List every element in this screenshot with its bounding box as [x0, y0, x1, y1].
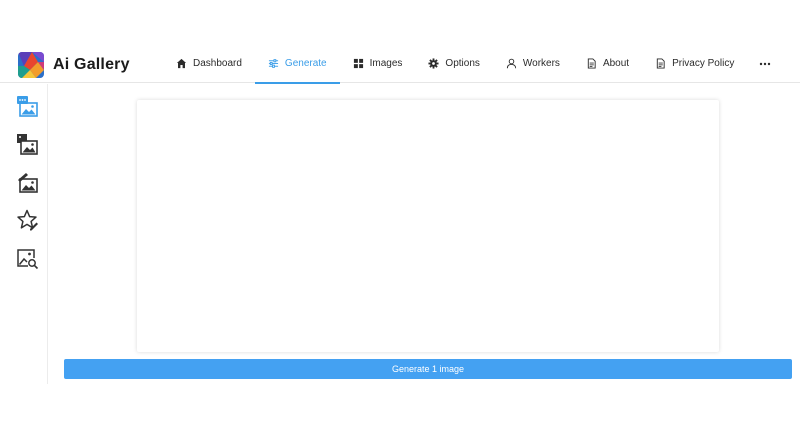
- image-preview-panel: [137, 100, 719, 352]
- inpaint-icon: [18, 173, 38, 193]
- nav-dashboard[interactable]: Dashboard: [163, 44, 255, 83]
- image-search-icon: [17, 249, 39, 270]
- document-icon: [656, 58, 665, 69]
- gear-icon: [428, 58, 439, 69]
- top-navbar: Ai Gallery Dashboard Generate Images Opt…: [0, 44, 800, 84]
- more-icon: [760, 62, 771, 65]
- sidebar-image-to-image[interactable]: [15, 132, 39, 156]
- sidebar: [0, 84, 48, 384]
- nav-about-label: About: [602, 58, 630, 69]
- nav-generate[interactable]: Generate: [254, 44, 340, 84]
- nav-workers-label: Workers: [522, 58, 560, 69]
- generate-button[interactable]: Generate 1 image: [64, 359, 792, 379]
- image-to-image-icon: [17, 134, 38, 155]
- document-icon: [587, 58, 596, 69]
- nav-options[interactable]: Options: [415, 44, 492, 83]
- brand[interactable]: Ai Gallery: [18, 52, 130, 78]
- nav-more-button[interactable]: [747, 44, 783, 83]
- sidebar-text-to-image[interactable]: [15, 94, 39, 118]
- nav-workers[interactable]: Workers: [493, 44, 573, 83]
- sidebar-image-search[interactable]: [15, 246, 39, 270]
- nav-about[interactable]: About: [573, 44, 642, 83]
- app-title: Ai Gallery: [53, 56, 130, 73]
- home-icon: [176, 58, 187, 69]
- generate-button-label: Generate 1 image: [391, 364, 465, 374]
- sidebar-favorites[interactable]: [15, 208, 39, 232]
- grid-icon: [353, 58, 363, 69]
- app-logo: [18, 52, 44, 78]
- nav-images[interactable]: Images: [340, 44, 416, 83]
- sliders-icon: [268, 59, 279, 68]
- sidebar-inpaint[interactable]: [15, 170, 39, 194]
- nav-dashboard-label: Dashboard: [193, 58, 242, 69]
- nav-options-label: Options: [445, 58, 480, 69]
- nav-privacy-policy[interactable]: Privacy Policy: [642, 44, 747, 83]
- nav-images-label: Images: [369, 58, 403, 69]
- text-to-image-icon: [17, 96, 38, 117]
- nav-privacy-policy-label: Privacy Policy: [672, 58, 735, 69]
- nav-generate-label: Generate: [284, 58, 327, 69]
- star-edit-icon: [17, 209, 38, 231]
- main-nav: Dashboard Generate Images Options Worker…: [163, 44, 783, 84]
- user-icon: [506, 58, 516, 69]
